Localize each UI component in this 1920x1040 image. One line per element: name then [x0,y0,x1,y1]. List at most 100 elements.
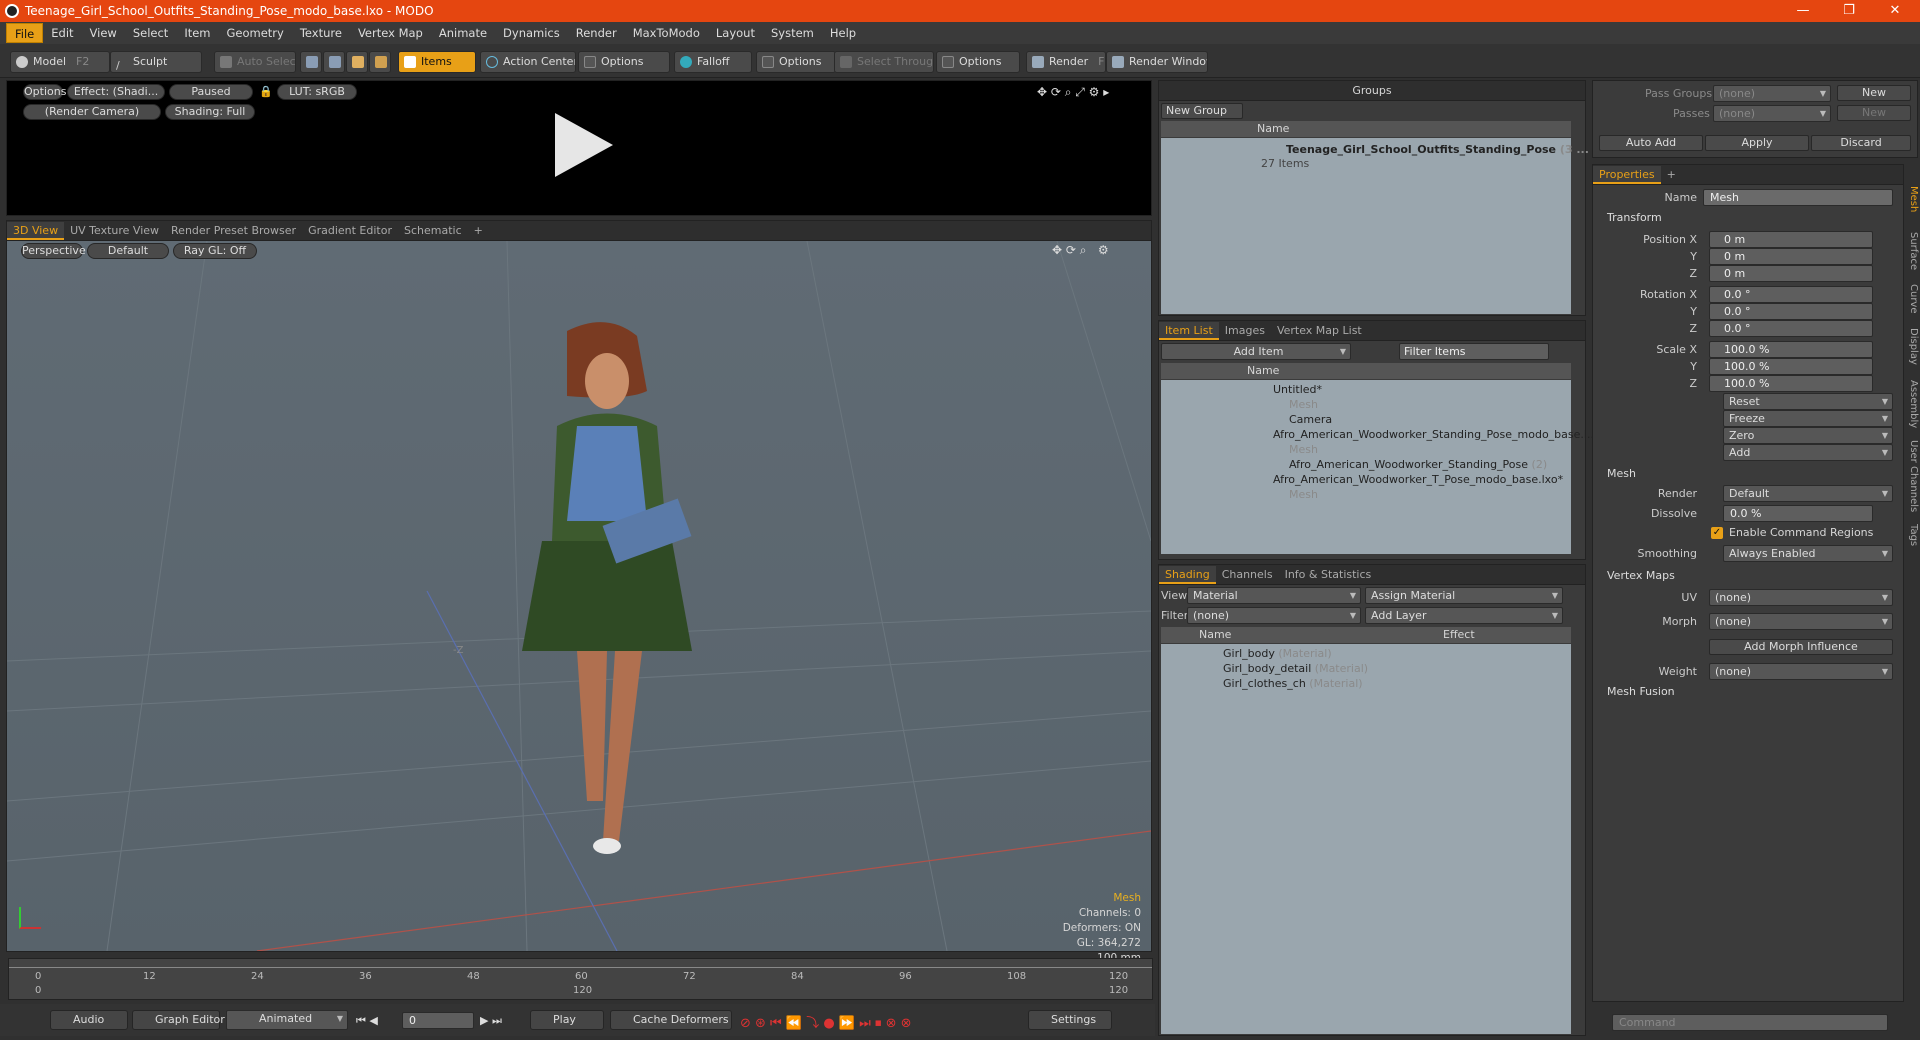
add-tab-icon[interactable]: + [1661,166,1682,184]
shading-dropdown[interactable]: Shading: Full [165,104,255,120]
menu-file[interactable]: File [6,23,44,43]
tab-item-list[interactable]: Item List [1159,321,1219,340]
character-model[interactable] [522,322,692,854]
menu-texture[interactable]: Texture [292,23,350,43]
position-x-field[interactable]: 0 m [1709,231,1873,248]
list-item[interactable]: Mesh [1289,397,1318,412]
tab-gradient-editor[interactable]: Gradient Editor [302,222,398,240]
action-center-options-button[interactable]: Options [578,51,670,73]
settings-button[interactable]: Settings [1028,1010,1112,1030]
smoothing-dropdown[interactable]: Always Enabled [1723,545,1893,562]
render-camera-dropdown[interactable]: (Render Camera) [23,104,161,120]
side-tab-tags[interactable]: Tags [1905,524,1919,546]
enable-command-regions-checkbox[interactable]: ✓ [1711,527,1723,539]
tab-images[interactable]: Images [1219,322,1271,340]
scale-z-field[interactable]: 100.0 % [1709,375,1873,392]
tab-properties[interactable]: Properties [1593,165,1661,184]
tab-vertex-map-list[interactable]: Vertex Map List [1271,322,1368,340]
menu-edit[interactable]: Edit [43,23,81,43]
tab-info-statistics[interactable]: Info & Statistics [1279,566,1378,584]
falloff-button[interactable]: Falloff [674,51,752,73]
add-layer-dropdown[interactable]: Add Layer [1365,607,1563,624]
polygons-mode-button[interactable] [346,51,368,73]
list-item[interactable]: Untitled* [1273,382,1322,397]
lut-dropdown[interactable]: LUT: sRGB [277,84,357,100]
add-tab-icon[interactable]: + [468,222,489,240]
edges-mode-button[interactable] [323,51,345,73]
cache-deformers-button[interactable]: Cache Deformers [610,1010,732,1030]
rotation-z-field[interactable]: 0.0 ° [1709,320,1873,337]
position-z-field[interactable]: 0 m [1709,265,1873,282]
tab-uv-texture-view[interactable]: UV Texture View [64,222,165,240]
play-icon[interactable] [547,109,619,181]
material-row[interactable]: Girl_body_detail (Material) [1223,661,1368,676]
frame-field[interactable]: 0 [402,1012,474,1029]
position-y-field[interactable]: 0 m [1709,248,1873,265]
falloff-options-button[interactable]: Options [756,51,836,73]
action-center-button[interactable]: Action Center [480,51,576,73]
menu-item[interactable]: Item [176,23,218,43]
play-button[interactable]: Play [530,1010,604,1030]
menu-system[interactable]: System [763,23,822,43]
auto-select-button[interactable]: Auto Select [214,51,296,73]
view-dropdown[interactable]: Material [1187,587,1361,604]
material-row[interactable]: Girl_clothes_ch (Material) [1223,676,1363,691]
raygl-dropdown[interactable]: Ray GL: Off [173,243,257,259]
viewport-nav-icons[interactable]: ✥ ⟳ ⌕ ⤢ ⚙ ▸ [1037,85,1109,100]
list-item[interactable]: Mesh [1289,487,1318,502]
tab-channels[interactable]: Channels [1216,566,1279,584]
render-dropdown[interactable]: Default [1723,485,1893,502]
list-item[interactable]: Afro_American_Woodworker_Standing_Pose (… [1289,457,1547,472]
minimize-icon[interactable]: — [1780,0,1826,22]
command-input[interactable]: Command [1612,1014,1888,1031]
assign-material-dropdown[interactable]: Assign Material [1365,587,1563,604]
tab-shading[interactable]: Shading [1159,565,1216,584]
menu-help[interactable]: Help [822,23,864,43]
menu-render[interactable]: Render [568,23,625,43]
sculpt-button[interactable]: / Sculpt [110,51,202,73]
new-pass-button[interactable]: New [1837,85,1911,101]
playback-forward-icons[interactable]: ▶ ⏭ [480,1014,502,1028]
vertices-mode-button[interactable] [300,51,322,73]
pass-groups-dropdown[interactable]: (none) [1713,85,1831,102]
tab-schematic[interactable]: Schematic [398,222,468,240]
tab-3d-view[interactable]: 3D View [7,221,65,240]
model-button[interactable]: Model F2 [10,51,110,73]
menu-layout[interactable]: Layout [708,23,763,43]
audio-button[interactable]: Audio [50,1010,128,1030]
menu-geometry[interactable]: Geometry [219,23,292,43]
filter-dropdown[interactable]: (none) [1187,607,1361,624]
restore-icon[interactable]: ❐ [1826,0,1872,22]
side-tab-user-channels[interactable]: User Channels [1905,440,1919,512]
apply-button[interactable]: Apply [1705,135,1809,151]
scale-y-field[interactable]: 100.0 % [1709,358,1873,375]
transform-section[interactable]: Transform [1607,211,1662,224]
new-group-button[interactable]: New Group [1161,103,1243,119]
rotation-x-field[interactable]: 0.0 ° [1709,286,1873,303]
preview-effect-dropdown[interactable]: Effect: (Shadi... [67,84,165,100]
new-passes-button[interactable]: New [1837,105,1911,121]
weight-dropdown[interactable]: (none) [1709,663,1893,680]
record-controls-icons[interactable]: ⊘ ⊛ ⏮ ⏪ ⤵ ● ⏩ ⏭ ⏹ ⊗ ⊗ [740,1012,912,1031]
group-item[interactable]: Teenage_Girl_School_Outfits_Standing_Pos… [1286,142,1589,157]
material-row[interactable]: Girl_body (Material) [1223,646,1332,661]
menu-vertex-map[interactable]: Vertex Map [350,23,431,43]
side-tab-assembly[interactable]: Assembly [1905,380,1919,428]
side-tab-surface[interactable]: Surface [1905,232,1919,270]
freeze-dropdown[interactable]: Freeze [1723,410,1893,427]
lock-icon[interactable]: 🔒 [259,85,273,98]
side-tab-mesh[interactable]: Mesh [1905,186,1919,212]
render-preview[interactable]: Options Effect: (Shadi... Paused 🔒 LUT: … [6,80,1152,216]
select-options-button[interactable]: Options [936,51,1020,73]
materials-mode-button[interactable] [369,51,391,73]
add-item-dropdown[interactable]: Add Item [1161,343,1351,360]
render-button[interactable]: RenderF9 [1026,51,1106,73]
tab-render-preset-browser[interactable]: Render Preset Browser [165,222,302,240]
viewport-nav-controls[interactable]: ✥ ⟳ ⌕ ⚙ [1052,243,1109,258]
side-tab-curve[interactable]: Curve [1905,284,1919,314]
mesh-fusion-section[interactable]: Mesh Fusion [1607,685,1675,698]
side-tab-display[interactable]: Display [1905,328,1919,365]
select-through-button[interactable]: Select Through [834,51,934,73]
close-icon[interactable]: ✕ [1872,0,1918,22]
filter-items-input[interactable]: Filter Items [1399,343,1549,360]
